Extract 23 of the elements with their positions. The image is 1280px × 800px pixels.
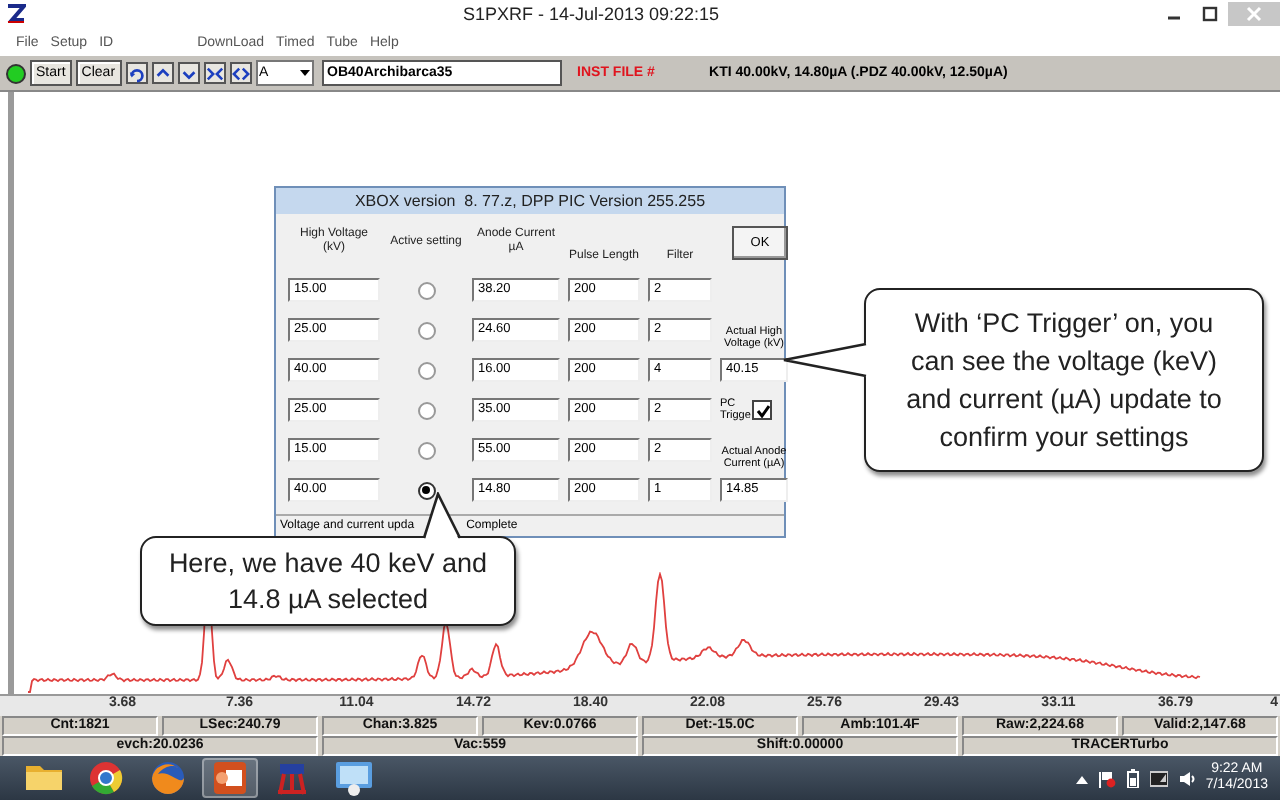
radio-button[interactable]: [417, 481, 435, 499]
taskbar-button[interactable]: [202, 758, 258, 798]
globe-icon: [146, 756, 190, 800]
dialog-title: XBOX version 8. 77.z, DPP PIC Version 255.255: [276, 188, 784, 214]
radio-button[interactable]: [417, 361, 435, 379]
flag-icon[interactable]: [1097, 769, 1116, 787]
radio-button[interactable]: [417, 281, 435, 299]
callout-text: With ‘PC Trigger’ on, you can see the voltage (keV) and current (µA) update to confirm your settings: [904, 306, 1224, 456]
monitor-icon: [332, 756, 376, 800]
radio-button[interactable]: [417, 441, 435, 459]
maximize-icon[interactable]: [1202, 6, 1218, 22]
wheel-icon: [84, 756, 128, 800]
battery-icon[interactable]: [1125, 768, 1140, 788]
radio-button[interactable]: [417, 401, 435, 419]
app-icon: [6, 4, 26, 24]
presentation-icon: [208, 756, 252, 800]
callout-text: Here, we have 40 keV and 14.8 µA selected: [166, 545, 490, 617]
speaker-icon[interactable]: [1177, 769, 1196, 787]
caret-icon[interactable]: [1075, 773, 1088, 783]
pc-trigger-checkbox[interactable]: [752, 400, 772, 420]
caret-icon: [297, 68, 312, 78]
radio-button[interactable]: [417, 321, 435, 339]
window-title: S1PXRF - 14-Jul-2013 09:22:15: [460, 4, 722, 24]
